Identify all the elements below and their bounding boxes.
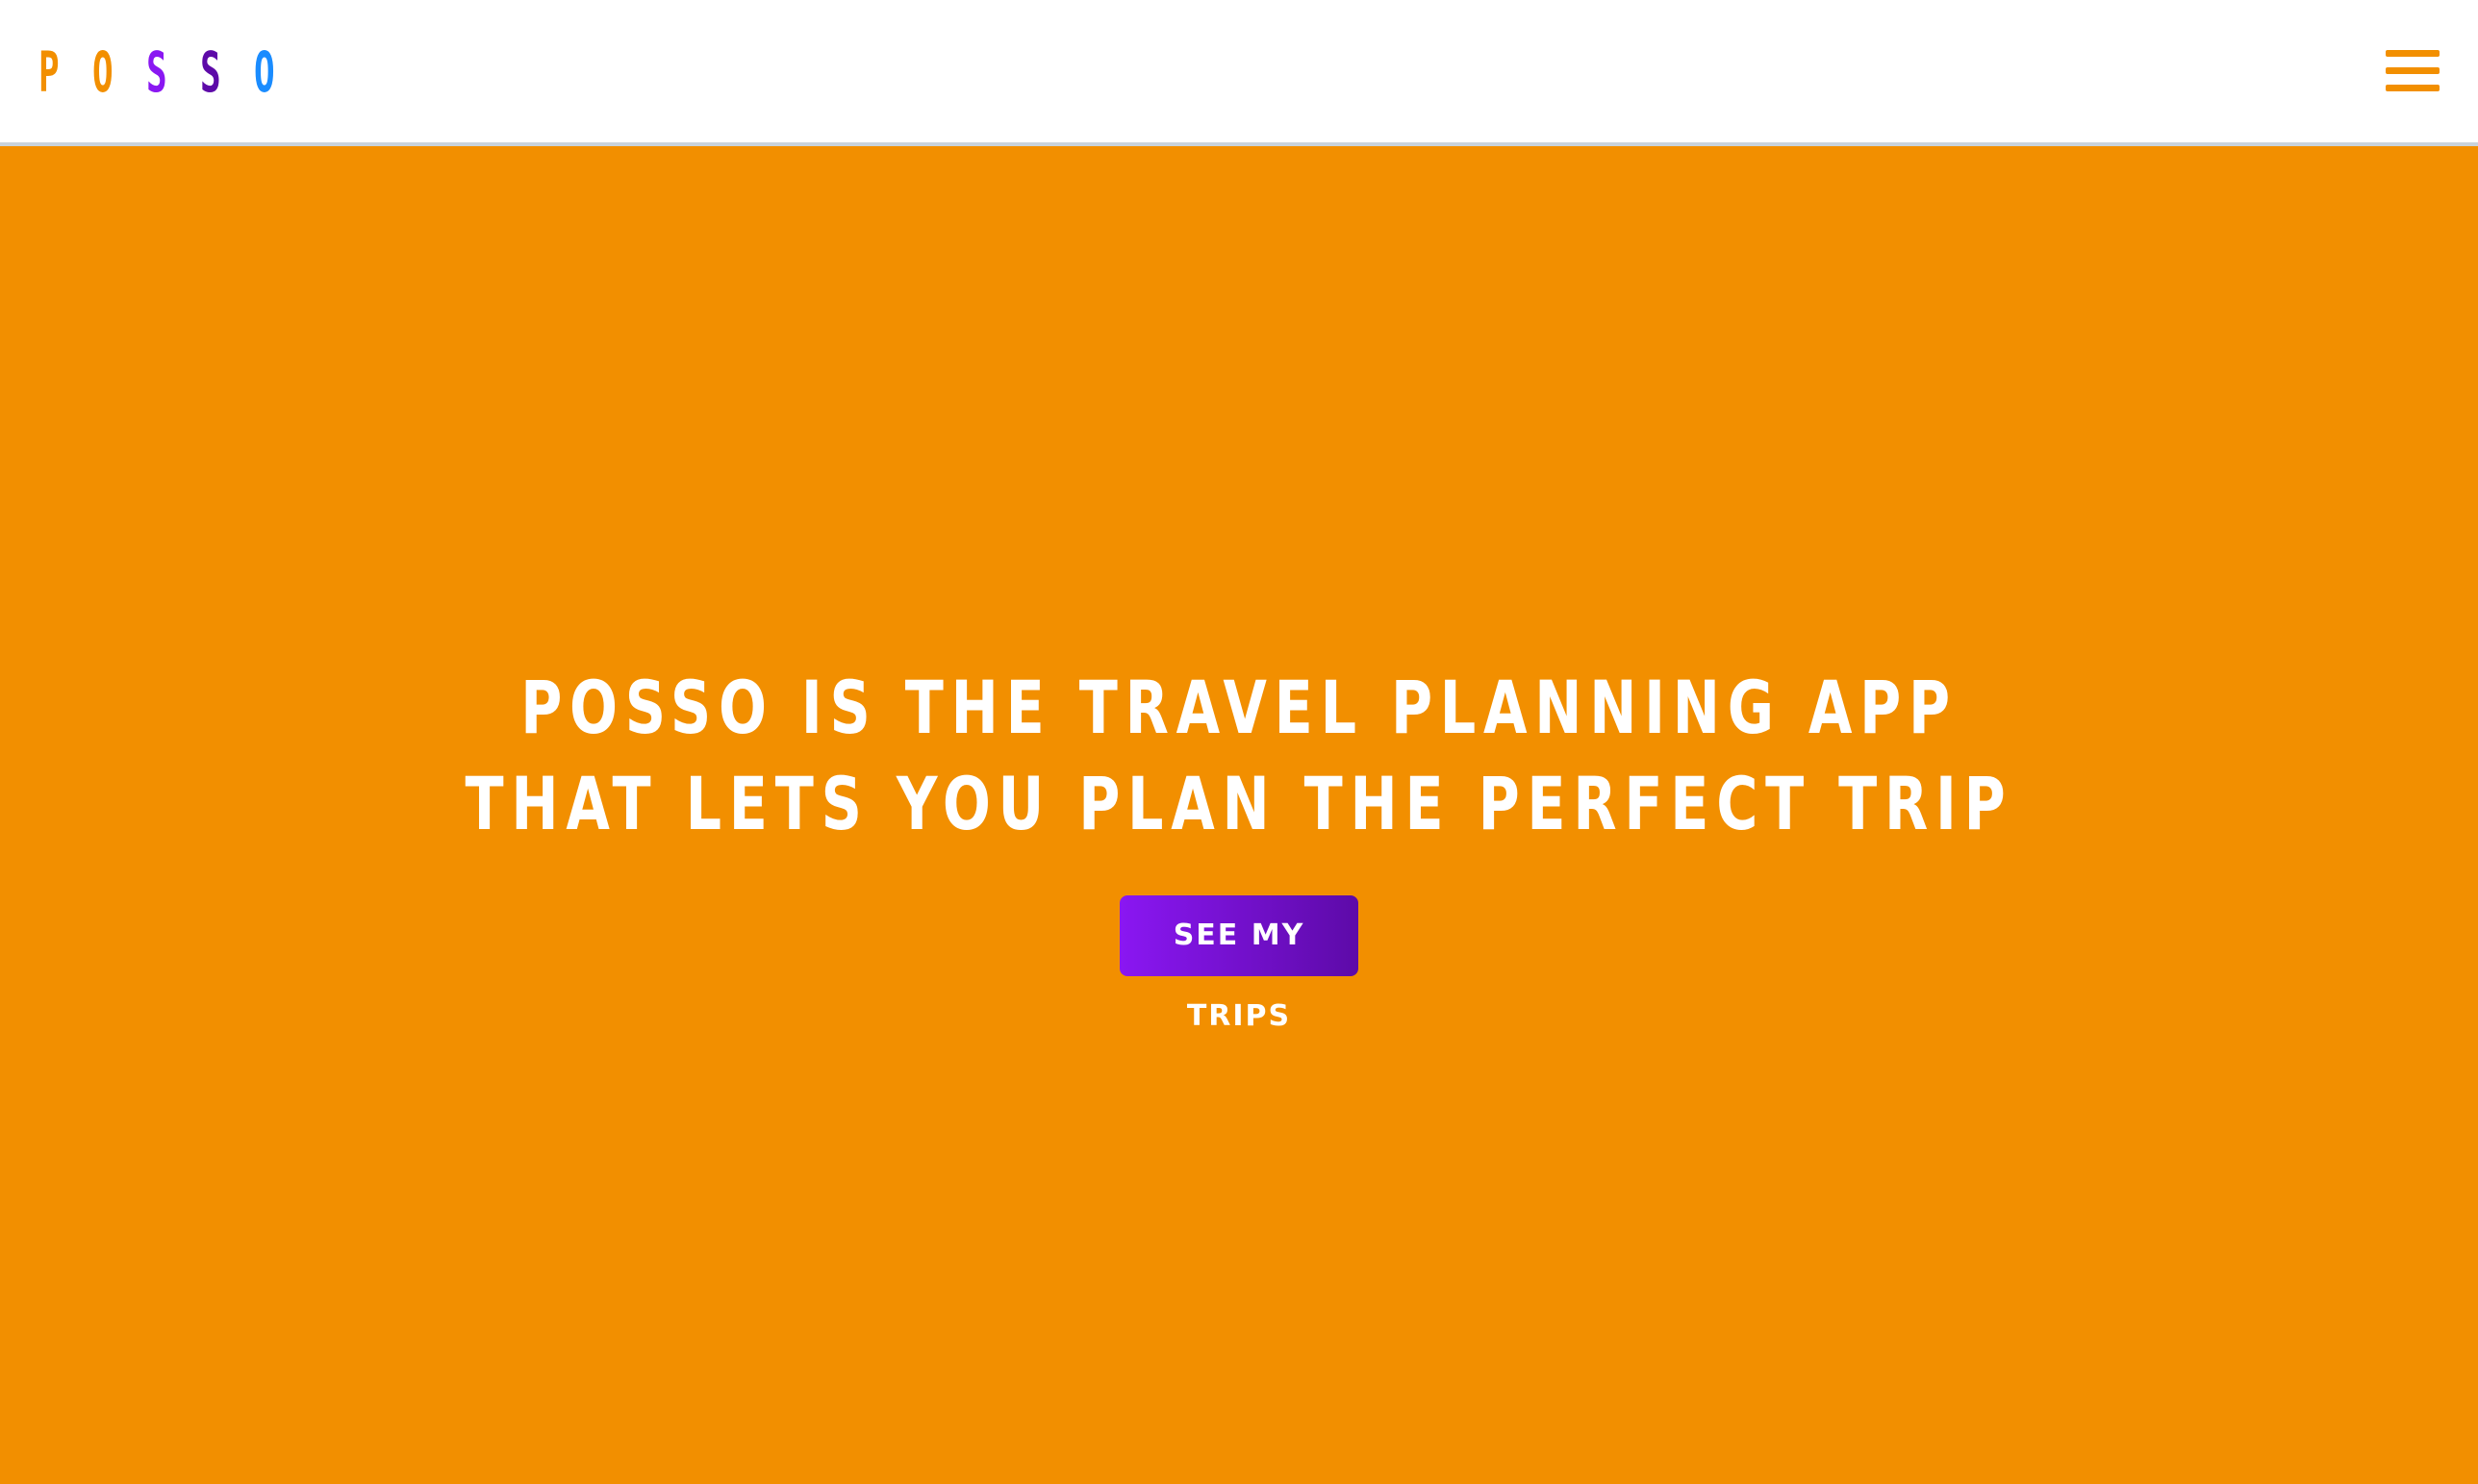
hero-headline-line-1: POSSO IS THE TRAVEL PLANNING APP [520,665,1958,750]
hamburger-menu-icon[interactable] [2386,44,2440,98]
hero-headline: POSSO IS THE TRAVEL PLANNING APP THAT LE… [0,660,2478,852]
top-navigation-bar: P O S S O [0,0,2478,146]
hero-section: POSSO IS THE TRAVEL PLANNING APP THAT LE… [0,150,2478,1484]
logo-letter-o-second: O [254,39,275,105]
logo-letter-s: S [146,39,167,105]
menu-bar-top [2386,50,2440,57]
hero-headline-line-2: THAT LETS YOU PLAN THE PERFECT TRIP [465,761,2013,846]
posso-logo[interactable]: P O S S O [38,38,308,106]
logo-letter-o: O [92,39,114,105]
see-my-trips-button[interactable]: SEE MY TRIPS [1120,895,1358,1033]
menu-bar-middle [2386,67,2440,74]
logo-letter-p: P [38,39,60,105]
menu-bar-bottom [2386,85,2440,91]
logo-letter-s-second: S [200,39,221,105]
